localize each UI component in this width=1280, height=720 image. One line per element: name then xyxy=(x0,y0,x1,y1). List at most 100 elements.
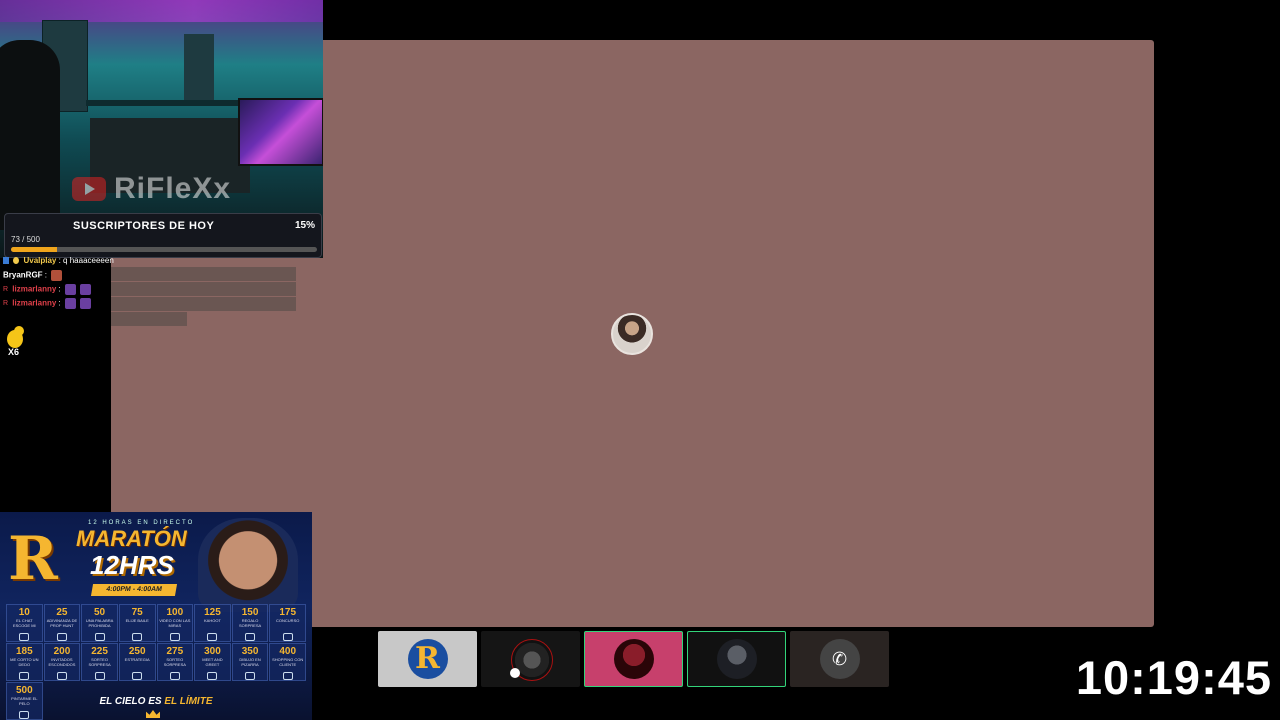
goal-threshold: 250 xyxy=(128,646,146,657)
goal-threshold: 50 xyxy=(94,607,106,618)
goal-reward: KAHOOT xyxy=(203,618,221,623)
goal-reward: UNA PALABRA PROHIBIDA xyxy=(85,618,114,628)
goal-cell: 25 ADIVINANZA DE PROP HUNT xyxy=(43,604,81,642)
goal-cell: 10EL CHAT ESCOGE MI COMIDA xyxy=(6,604,43,642)
chat-backdrop xyxy=(111,297,296,311)
webcam-shelf xyxy=(86,100,246,106)
emote-icon xyxy=(80,298,92,309)
goal-reward: ME CORTO UN DEDO xyxy=(10,657,39,667)
goal-cell: 125 KAHOOT xyxy=(194,604,231,642)
goal-cell: 400 SHOPPING CON CLIENTE xyxy=(269,643,306,681)
webcam-ceiling xyxy=(0,0,323,22)
goal-reward: SORTEO SORPRESA xyxy=(88,657,111,667)
chat-message: BryanRGF : xyxy=(3,270,63,281)
reward-icon xyxy=(282,672,293,680)
reward-icon xyxy=(19,633,30,641)
reward-icon xyxy=(94,633,105,641)
goal-cell: 175 CONCURSO xyxy=(269,604,306,642)
chat-backdrop xyxy=(111,282,296,296)
reward-icon xyxy=(19,672,30,680)
goal-cell: 150 REGALO SORPRESA xyxy=(231,604,269,642)
footer-text: EL CIELO ES xyxy=(99,696,162,707)
webcam-monitor xyxy=(238,98,323,166)
participant-tile[interactable] xyxy=(481,631,580,687)
goal-reward: CONCURSO xyxy=(276,618,300,623)
goal-reward: DIBUJO EN PIZARRA xyxy=(239,657,261,667)
goal-cell: 200 INVITADOS ESCONDIDOS xyxy=(43,643,81,681)
goal-cell: 300 MEET AND GREET xyxy=(194,643,231,681)
participant-avatar xyxy=(716,639,757,679)
poster-logo-letter: R xyxy=(8,524,58,594)
goal-reward: VIDEO CON LAS MIRAS xyxy=(159,618,191,628)
chat-username: BryanRGF xyxy=(3,270,43,280)
chat-username: lizmarlanny xyxy=(12,284,57,294)
chat-username: lizmarlanny xyxy=(12,298,57,308)
participant-tile[interactable] xyxy=(687,631,786,687)
goal-progress-fill xyxy=(11,247,57,252)
subscriber-goal: SUSCRIPTORES DE HOY 15% 73 / 500 xyxy=(4,213,322,258)
goal-cell: 75 ELIJE BAILE xyxy=(118,604,156,642)
poster-title-hours: 12HRS xyxy=(90,550,174,580)
goal-reward: SHOPPING CON CLIENTE xyxy=(272,657,304,667)
goal-threshold: 10 xyxy=(18,607,30,618)
goal-reward: ESTRATEGIA xyxy=(124,657,150,662)
reward-icon xyxy=(132,672,143,680)
goal-threshold: 350 xyxy=(241,646,259,657)
chat-message: Uvalplay : q haaaceeeen xyxy=(3,256,114,265)
badge-icon xyxy=(3,257,9,265)
streamer-photo xyxy=(198,518,298,612)
goal-threshold: 500 xyxy=(15,685,33,696)
badge-icon: R xyxy=(3,300,9,307)
youtube-icon xyxy=(72,177,106,201)
participant-tile[interactable] xyxy=(584,631,683,687)
goal-threshold: 400 xyxy=(279,646,297,657)
chat-message: R lizmarlanny : xyxy=(3,298,92,309)
emote-icon xyxy=(65,298,77,309)
badge-icon: R xyxy=(3,286,9,293)
goal-cell: 225 SORTEO SORPRESA xyxy=(81,643,118,681)
goal-count: 73 / 500 xyxy=(11,235,40,244)
duck-count: X6 xyxy=(8,347,20,357)
goal-threshold: 25 xyxy=(56,607,68,618)
webcam-person xyxy=(0,40,60,230)
goal-threshold: 185 xyxy=(15,646,33,657)
footer-highlight: EL LÍMITE xyxy=(164,696,213,707)
goal-cell: 185 ME CORTO UN DEDO xyxy=(6,643,43,681)
speaker-avatar xyxy=(611,313,653,355)
goal-cell: 350 DIBUJO EN PIZARRA xyxy=(231,643,269,681)
reward-icon xyxy=(282,633,293,641)
reward-icon xyxy=(169,633,180,641)
chat-text: : xyxy=(58,284,61,294)
goal-reward: MEET AND GREET xyxy=(202,657,223,667)
participant-avatar xyxy=(613,639,654,679)
goal-cell: 250 ESTRATEGIA xyxy=(118,643,156,681)
goal-title: SUSCRIPTORES DE HOY xyxy=(73,220,215,232)
participant-tile[interactable]: ✆ xyxy=(790,631,889,687)
goal-progress-track xyxy=(11,247,317,252)
marathon-poster: 12 HORAS EN DIRECTO R MARATÓN 12HRS 4:00… xyxy=(0,512,312,720)
goal-threshold: 100 xyxy=(166,607,184,618)
goal-threshold: 125 xyxy=(204,607,221,618)
reward-icon xyxy=(169,672,180,680)
chat-backdrop xyxy=(111,267,296,281)
goal-reward: ADIVINANZA DE PROP HUNT xyxy=(46,618,78,628)
reward-icon xyxy=(207,633,218,641)
phone-icon: ✆ xyxy=(819,639,860,679)
goal-reward: REGALO SORPRESA xyxy=(238,618,262,628)
goal-cell: 275 SORTEO SORPRESA xyxy=(156,643,194,681)
emote-icon xyxy=(80,284,92,295)
channel-name: RiFleXx xyxy=(114,172,232,205)
reward-icon xyxy=(245,633,256,641)
goal-threshold: 150 xyxy=(241,607,259,618)
goal-cell: 50 UNA PALABRA PROHIBIDA xyxy=(81,604,118,642)
participant-avatar: R xyxy=(407,639,448,679)
participant-strip: R ✆ xyxy=(378,631,889,687)
chat-text: : xyxy=(58,298,61,308)
participant-tile[interactable]: R xyxy=(378,631,477,687)
poster-title: MARATÓN xyxy=(76,526,187,551)
emote-icon xyxy=(51,270,63,281)
mic-icon xyxy=(510,668,520,678)
goal-threshold: 275 xyxy=(166,646,184,657)
reward-icon xyxy=(207,672,218,680)
goal-reward: SORTEO SORPRESA xyxy=(163,657,186,667)
